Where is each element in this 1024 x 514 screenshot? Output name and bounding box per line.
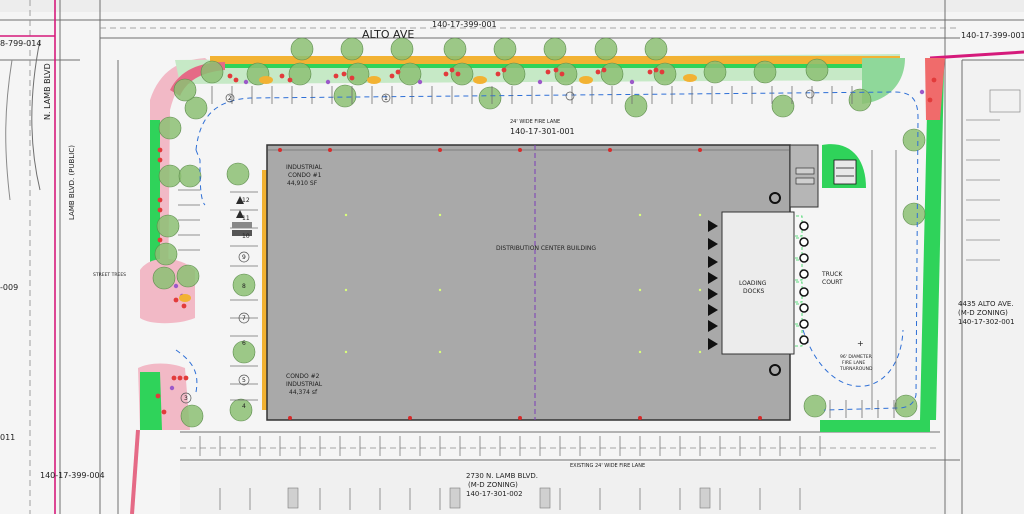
truck-court-line1: TRUCK xyxy=(821,271,843,278)
svg-text:3: 3 xyxy=(184,395,188,402)
distribution-center-building xyxy=(266,144,791,421)
building-label: DISTRIBUTION CENTER BUILDING xyxy=(496,245,596,252)
parcel-top-left: 8-799-014 xyxy=(0,39,41,48)
condo1-area: 44,910 SF xyxy=(287,180,318,187)
condo1-line1: INDUSTRIAL xyxy=(286,164,323,171)
turnaround-line2: FIRE LANE xyxy=(842,360,865,366)
fire-lane-top-label: 24' WIDE FIRE LANE xyxy=(510,119,560,125)
fire-lane-bottom-label: EXISTING 24' WIDE FIRE LANE xyxy=(570,463,645,469)
south-zoning: (M-D ZONING) xyxy=(468,481,518,489)
alto-ave-label: ALTO AVE xyxy=(362,28,414,41)
svg-text:7: 7 xyxy=(242,315,246,322)
loading-line2: DOCKS xyxy=(743,288,764,295)
parcel-bottom-left: 140-17-399-004 xyxy=(40,471,105,480)
trash-enclosure xyxy=(833,159,857,185)
svg-text:5: 5 xyxy=(242,377,246,384)
parcel-left-mid: -009 xyxy=(0,283,18,292)
southwest-green-bed xyxy=(140,372,162,430)
south-parcel: 140-17-301-002 xyxy=(466,490,523,498)
svg-text:1: 1 xyxy=(384,95,388,102)
turnaround-line1: 96' DIAMETER xyxy=(840,354,872,360)
parcel-top-center: 140-17-399-001 xyxy=(432,20,497,29)
bottom-green-strip xyxy=(820,420,930,432)
condo1-line2: CONDO #1 xyxy=(288,172,322,179)
lamb-blvd-label: N. LAMB BLVD xyxy=(43,63,52,120)
truck-court-line2: COURT xyxy=(822,279,843,286)
east-address: 4435 ALTO AVE. xyxy=(958,300,1014,308)
svg-text:9: 9 xyxy=(242,254,246,261)
loading-line1: LOADING xyxy=(739,280,767,287)
svg-text:11: 11 xyxy=(242,215,250,222)
svg-text:8: 8 xyxy=(242,283,246,290)
site-plan: ALTO AVE 140-17-399-001 140-17-399-001 8… xyxy=(0,0,1024,514)
turnaround-line3: TURNAROUND xyxy=(839,366,873,372)
svg-text:12: 12 xyxy=(242,197,250,204)
parcel-top-right: 140-17-399-001 xyxy=(961,31,1024,40)
condo2-area: 44,374 sf xyxy=(289,389,318,396)
lamb-public-label: LAMB BLVD. (PUBLIC) xyxy=(68,145,76,220)
east-parcel-area xyxy=(948,60,1024,514)
condo2-line1: CONDO #2 xyxy=(286,373,320,380)
building-annex xyxy=(789,144,819,208)
north-strip xyxy=(0,0,1024,12)
svg-text:2: 2 xyxy=(228,95,232,102)
condo2-line2: INDUSTRIAL xyxy=(286,381,323,388)
turnaround-center-mark: + xyxy=(857,339,864,348)
parcel-main: 140-17-301-001 xyxy=(510,127,575,136)
parcel-left-low: 011 xyxy=(0,433,15,442)
east-zoning: (M-D ZONING) xyxy=(958,309,1008,317)
east-parcel: 140-17-302-001 xyxy=(958,318,1015,326)
north-green-strip xyxy=(210,64,900,68)
street-trees-note: STREET TREES xyxy=(93,272,126,278)
svg-text:10: 10 xyxy=(242,233,250,240)
svg-text:4: 4 xyxy=(242,403,246,410)
south-address: 2730 N. LAMB BLVD. xyxy=(466,472,538,480)
svg-text:6: 6 xyxy=(242,340,246,347)
